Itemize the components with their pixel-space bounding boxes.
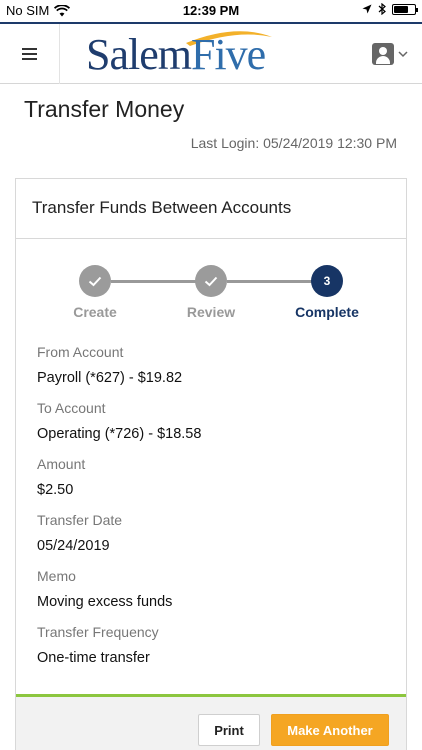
field-value: Operating (*726) - $18.58 <box>37 426 202 442</box>
field-label: Memo <box>37 568 76 584</box>
status-right <box>362 3 418 15</box>
menu-button[interactable] <box>0 24 60 84</box>
status-time: 12:39 PM <box>182 3 240 18</box>
step-review-marker <box>195 265 227 297</box>
field-value: One-time transfer <box>37 650 150 666</box>
logo-five: Five <box>190 30 266 79</box>
field-value: $2.50 <box>37 482 74 498</box>
logo-salem: Salem <box>86 30 192 79</box>
field-label: Transfer Date <box>37 512 123 528</box>
field-label: From Account <box>37 344 124 360</box>
salem-five-logo: SalemFive <box>86 29 276 79</box>
step-create-marker <box>79 265 111 297</box>
checkmark-icon <box>88 276 102 286</box>
card-title: Transfer Funds Between Accounts <box>16 179 406 239</box>
hamburger-menu-icon <box>22 48 37 60</box>
battery-icon <box>392 3 418 15</box>
step-label-complete: Complete <box>295 304 359 320</box>
field-label: Transfer Frequency <box>37 624 159 640</box>
field-value: Moving excess funds <box>37 594 173 610</box>
field-label: Amount <box>37 456 86 472</box>
progress-stepper: 3 Create Review Complete <box>16 265 408 321</box>
logo-text: SalemFive <box>86 30 266 79</box>
location-arrow-icon <box>362 4 372 14</box>
step-label-review: Review <box>186 304 236 320</box>
status-bar: No SIM 12:39 PM <box>0 0 422 22</box>
profile-button[interactable] <box>372 40 410 68</box>
field-value: Payroll (*627) - $19.82 <box>37 370 183 386</box>
user-profile-icon <box>372 43 394 65</box>
field-label: To Account <box>37 400 106 416</box>
step-label-create: Create <box>73 304 117 320</box>
app-header: SalemFive <box>0 24 422 84</box>
step-complete-marker: 3 <box>311 265 343 297</box>
checkmark-icon <box>204 276 218 286</box>
field-from-account: From Account Payroll (*627) - $19.82 <box>37 344 387 400</box>
page-title: Transfer Money <box>24 96 185 122</box>
bluetooth-icon <box>378 3 386 15</box>
chevron-down-icon <box>398 50 408 57</box>
make-another-button[interactable]: Make Another <box>271 714 389 746</box>
last-login: Last Login: 05/24/2019 12:30 PM <box>190 135 397 151</box>
transfer-details: From Account Payroll (*627) - $19.82 To … <box>37 344 387 680</box>
field-transfer-frequency: Transfer Frequency One-time transfer <box>37 624 387 680</box>
card-footer: Print Make Another <box>16 694 406 750</box>
field-memo: Memo Moving excess funds <box>37 568 387 624</box>
print-button[interactable]: Print <box>198 714 260 746</box>
field-to-account: To Account Operating (*726) - $18.58 <box>37 400 387 456</box>
field-transfer-date: Transfer Date 05/24/2019 <box>37 512 387 568</box>
field-amount: Amount $2.50 <box>37 456 387 512</box>
transfer-card: Transfer Funds Between Accounts 3 Create… <box>15 178 407 750</box>
field-value: 05/24/2019 <box>37 538 110 554</box>
